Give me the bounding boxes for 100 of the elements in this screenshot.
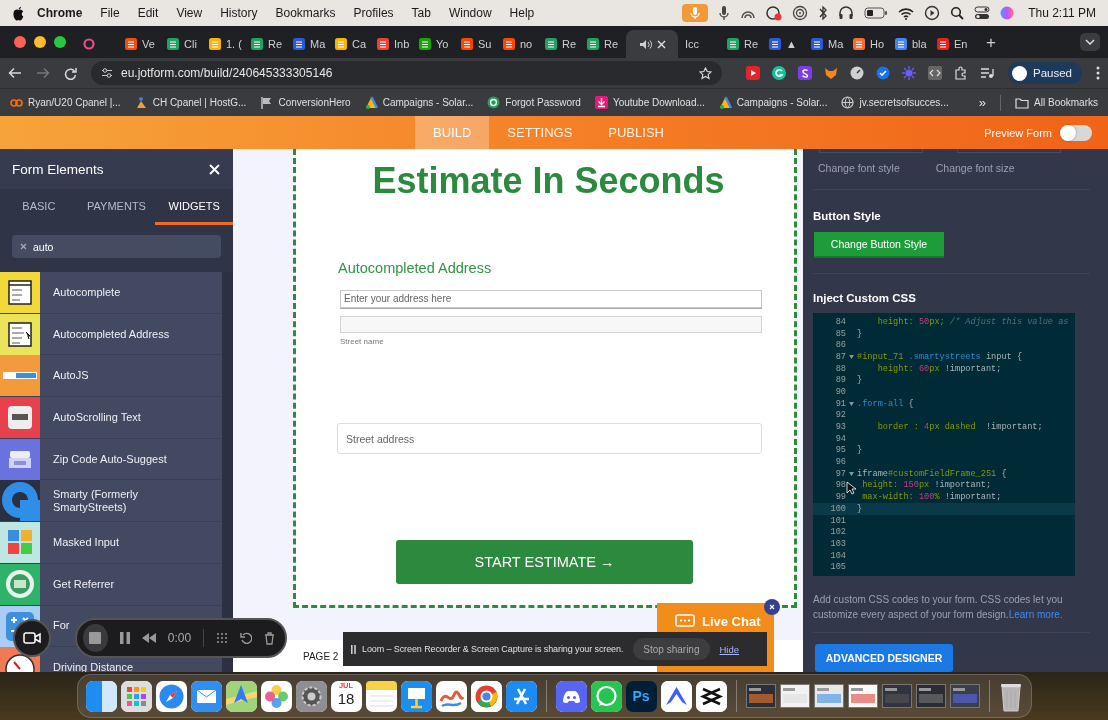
stop-sharing-button[interactable]: Stop sharing [633, 638, 710, 660]
browser-tab[interactable]: Icc [682, 30, 720, 58]
menu-item[interactable]: Bookmarks [266, 6, 345, 20]
street-name-field[interactable] [340, 316, 762, 333]
reload-icon[interactable] [64, 66, 77, 80]
browser-tab[interactable]: no [500, 30, 538, 58]
clock[interactable]: Thu 2:11 PM [1028, 6, 1096, 20]
window-thumbnail[interactable] [745, 684, 776, 708]
puzzle-icon[interactable] [954, 66, 968, 80]
change-button-style-button[interactable]: Change Button Style [814, 232, 944, 258]
podium-icon[interactable] [400, 680, 432, 712]
window-thumbnail[interactable] [813, 684, 844, 708]
browser-tab[interactable]: Re [724, 30, 762, 58]
airdrop-icon[interactable] [792, 5, 809, 21]
browser-tab[interactable]: En [934, 30, 972, 58]
learn-more-link[interactable]: Learn more. [1008, 609, 1063, 620]
browser-tab[interactable]: ▲ [766, 30, 804, 58]
fold-icon[interactable] [848, 471, 854, 476]
pause-icon[interactable] [119, 632, 130, 644]
profile-button[interactable]: Paused [1008, 62, 1082, 84]
widget-item[interactable]: AutoScrolling Text [0, 397, 222, 439]
browser-tab[interactable]: bla [892, 30, 930, 58]
microphone-icon[interactable] [718, 5, 731, 21]
ps-app-icon[interactable]: Ps [625, 680, 657, 712]
browser-tab[interactable]: Cli [164, 30, 202, 58]
two-tone-square-icon[interactable] [85, 680, 117, 712]
menu-item[interactable]: Chrome [25, 6, 92, 20]
battery-icon[interactable] [864, 7, 889, 19]
compass-icon[interactable] [155, 680, 187, 712]
widget-item[interactable]: Zip Code Auto-Suggest [0, 438, 222, 481]
widget-item[interactable]: Autocomplete [0, 272, 222, 314]
control-center-icon[interactable] [974, 6, 991, 20]
bookmark[interactable]: Youtube Download... [594, 96, 705, 109]
menu-item[interactable]: History [211, 6, 267, 20]
grid-icon[interactable] [216, 632, 228, 644]
fold-icon[interactable] [848, 354, 854, 359]
panel-tab[interactable]: BASIC [0, 189, 78, 225]
controller-icon[interactable] [555, 680, 587, 712]
stop-button[interactable] [83, 624, 108, 652]
headphones-icon[interactable] [838, 5, 855, 21]
chat-bubble-icon[interactable] [590, 680, 622, 712]
browser-tab[interactable]: Ma [290, 30, 328, 58]
orb-icon[interactable] [1000, 6, 1015, 20]
zoom-button[interactable] [54, 36, 66, 48]
menu-item[interactable]: Edit [128, 6, 168, 20]
browser-tab[interactable]: Ma [808, 30, 846, 58]
start-estimate-button[interactable]: START ESTIMATE → [396, 540, 693, 584]
minimize-button[interactable] [34, 36, 46, 48]
window-thumbnail[interactable] [949, 684, 980, 708]
widget-item[interactable]: Smarty (Formerly SmartyStreets) [0, 480, 222, 523]
bookmark[interactable]: Campaigns - Solar... [364, 96, 474, 109]
menu-item[interactable]: Profiles [344, 6, 403, 20]
menu-item[interactable]: Window [439, 6, 501, 20]
video-icon[interactable] [746, 66, 760, 80]
store-icon[interactable] [505, 680, 537, 712]
hide-link[interactable]: Hide [719, 643, 740, 655]
widget-item[interactable]: Get Referrer [0, 563, 222, 606]
advanced-designer-button[interactable]: ADVANCED DESIGNER [815, 644, 953, 672]
map-icon[interactable] [225, 680, 257, 712]
browser-tab[interactable]: Su [458, 30, 496, 58]
envelope-icon[interactable] [190, 680, 222, 712]
close-button[interactable] [14, 36, 26, 48]
close-icon[interactable] [656, 39, 666, 49]
search-field[interactable]: auto [12, 235, 221, 258]
checkmark-icon[interactable] [876, 66, 890, 80]
address-bar[interactable]: eu.jotform.com/build/240645333305146 [91, 61, 722, 85]
mountain-icon[interactable] [660, 680, 692, 712]
panel-tab[interactable]: PAYMENTS [77, 189, 156, 225]
media-queue-icon[interactable] [980, 66, 994, 80]
trash-icon[interactable] [264, 631, 275, 645]
undo-icon[interactable] [240, 632, 252, 644]
browser-tab[interactable]: Re [584, 30, 622, 58]
site-settings-icon[interactable] [101, 67, 113, 79]
browser-tab[interactable]: Re [542, 30, 580, 58]
bookmark[interactable]: jv.secretsofsucces... [841, 96, 949, 109]
all-bookmarks-button[interactable]: All Bookmarks [1015, 96, 1098, 109]
sun-icon[interactable] [902, 66, 916, 80]
browser-tab[interactable]: Re [248, 30, 286, 58]
preview-toggle[interactable] [1060, 124, 1092, 141]
back-icon[interactable] [8, 67, 22, 79]
bookmark[interactable]: Forgot Password [487, 96, 581, 109]
code-icon[interactable] [928, 66, 942, 80]
browser-tab[interactable] [626, 30, 678, 58]
fold-icon[interactable] [848, 401, 854, 406]
play-icon[interactable] [924, 5, 941, 21]
widget-item[interactable]: AutoJS [0, 355, 222, 398]
clear-icon[interactable] [20, 243, 27, 250]
widget-item[interactable]: Masked Input [0, 522, 222, 564]
new-tab-button[interactable]: + [986, 33, 996, 51]
fox-icon[interactable] [824, 66, 838, 80]
ring-icon[interactable] [470, 680, 502, 712]
browser-tab[interactable]: Inb [374, 30, 412, 58]
bookmark[interactable]: Ryan/U20 Cpanel |... [10, 96, 121, 109]
street-address-field[interactable]: Street address [337, 423, 762, 454]
menu-item[interactable]: View [167, 6, 212, 20]
star-icon[interactable] [699, 66, 712, 80]
app-grid-icon[interactable] [120, 680, 152, 712]
bluetooth-icon[interactable] [818, 5, 829, 21]
gear-icon[interactable] [295, 680, 327, 712]
search-icon[interactable] [950, 6, 965, 20]
